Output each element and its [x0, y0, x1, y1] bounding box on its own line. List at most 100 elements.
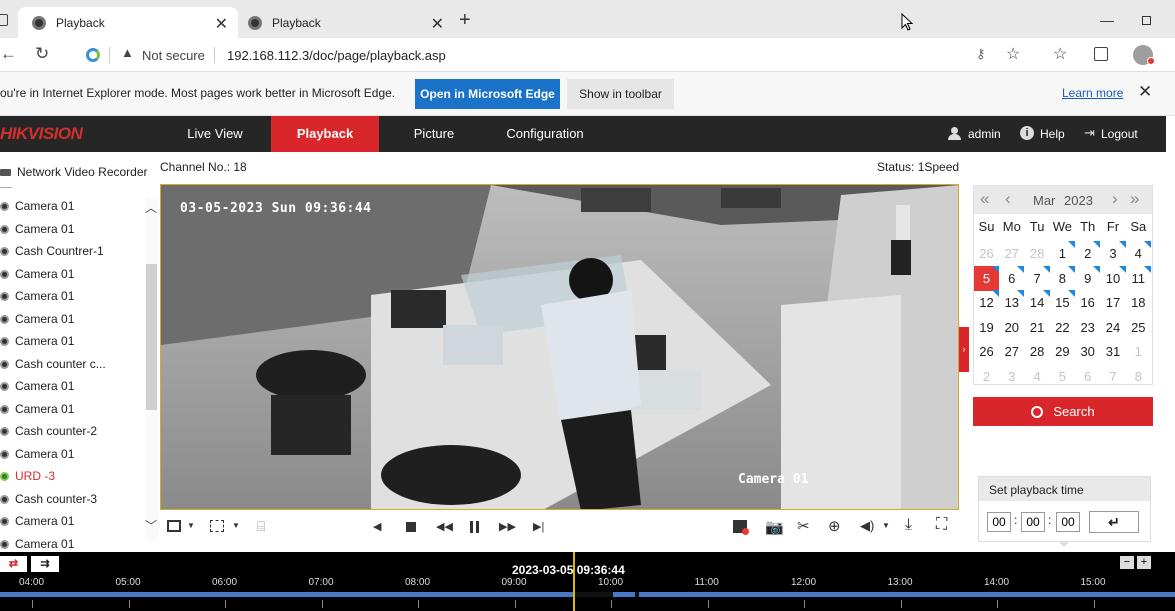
- help-icon[interactable]: i: [1020, 126, 1034, 140]
- next-year-icon[interactable]: »: [1130, 189, 1139, 209]
- close-infobar-icon[interactable]: ✕: [1138, 82, 1152, 102]
- security-label[interactable]: Not secure: [142, 48, 205, 63]
- nav-picture[interactable]: Picture: [404, 116, 464, 152]
- camera-list-item[interactable]: Camera 01: [0, 285, 74, 307]
- help-link[interactable]: Help: [1040, 127, 1065, 141]
- calendar-day[interactable]: 15: [1050, 290, 1075, 315]
- calendar-day[interactable]: 14: [1025, 290, 1050, 315]
- chevron-down-icon[interactable]: ▼: [187, 521, 195, 530]
- calendar-day[interactable]: 2: [1075, 241, 1101, 266]
- calendar-day[interactable]: 12: [974, 290, 999, 315]
- camera-list-item[interactable]: Camera 01: [0, 375, 74, 397]
- nav-live-view[interactable]: Live View: [176, 116, 254, 152]
- calendar-day[interactable]: 27: [999, 339, 1024, 364]
- back-icon[interactable]: ←: [0, 44, 17, 64]
- download-icon[interactable]: ⤓: [905, 516, 912, 534]
- frame-icon[interactable]: ▶|: [533, 520, 544, 533]
- calendar-day[interactable]: 3: [1101, 241, 1126, 266]
- calendar-day[interactable]: 13: [999, 290, 1025, 315]
- expand-panel-handle[interactable]: ›: [959, 327, 969, 372]
- camera-list-item[interactable]: Cash Countrer-1: [0, 240, 104, 262]
- fast-icon[interactable]: ▶▶: [499, 520, 516, 533]
- zoom-in-button[interactable]: +: [1137, 556, 1151, 569]
- calendar-day[interactable]: 7: [1101, 364, 1126, 389]
- prev-year-icon[interactable]: «: [980, 189, 989, 209]
- calendar-day[interactable]: 28: [1025, 339, 1050, 364]
- calendar-day[interactable]: 1: [1050, 241, 1075, 266]
- calendar-day[interactable]: 7: [1025, 265, 1050, 291]
- video-player[interactable]: 03-05-2023 Sun 09:36:44 Camera 01: [160, 184, 959, 510]
- nav-playback[interactable]: Playback: [271, 116, 379, 152]
- hour-input[interactable]: [987, 512, 1011, 532]
- close-tab-icon[interactable]: ✕: [431, 14, 444, 34]
- calendar-day[interactable]: 26: [974, 241, 999, 266]
- calendar-day[interactable]: 8: [1126, 364, 1151, 389]
- search-button[interactable]: Search: [973, 397, 1153, 426]
- url-text[interactable]: 192.168.112.3/doc/page/playback.asp: [227, 48, 446, 63]
- add-favorite-icon[interactable]: ☆: [1006, 44, 1020, 64]
- calendar-day[interactable]: 27: [999, 241, 1024, 266]
- calendar-day[interactable]: 18: [1126, 290, 1151, 315]
- calendar-day[interactable]: 5: [974, 265, 999, 291]
- go-button[interactable]: ↵: [1089, 511, 1139, 533]
- open-in-edge-button[interactable]: Open in Microsoft Edge: [415, 79, 560, 109]
- camera-list-item[interactable]: Camera 01: [0, 443, 74, 465]
- camera-list-item[interactable]: Camera 01: [0, 510, 74, 532]
- restore-icon[interactable]: [1142, 16, 1151, 25]
- camera-list-item[interactable]: Camera 01: [0, 308, 74, 330]
- calendar-day[interactable]: 16: [1075, 290, 1100, 315]
- chevron-down-icon[interactable]: ▼: [882, 521, 890, 530]
- calendar-day[interactable]: 26: [974, 339, 999, 364]
- learn-more-link[interactable]: Learn more: [1062, 86, 1123, 100]
- calendar-day[interactable]: 10: [1101, 265, 1126, 291]
- calendar-day[interactable]: 5: [1050, 364, 1075, 389]
- camera-list-item[interactable]: Camera 01: [0, 398, 74, 420]
- calendar-day[interactable]: 31: [1101, 339, 1126, 364]
- minute-input[interactable]: [1021, 512, 1045, 532]
- calendar-day[interactable]: 4: [1025, 364, 1050, 389]
- camera-list-item[interactable]: Camera 01: [0, 218, 74, 240]
- timeline-zoom-right-button[interactable]: ⇉: [31, 556, 59, 572]
- calendar-year[interactable]: 2023: [1064, 193, 1093, 208]
- calendar-day[interactable]: 17: [1101, 290, 1126, 315]
- camera-list-item[interactable]: URD -3: [0, 465, 55, 487]
- prev-month-icon[interactable]: ‹: [1005, 189, 1011, 209]
- calendar-day[interactable]: 4: [1126, 241, 1151, 266]
- calendar-day[interactable]: 20: [999, 315, 1024, 340]
- calendar-day[interactable]: 2: [974, 364, 999, 389]
- tab-playback-2[interactable]: Playback ✕: [238, 7, 454, 38]
- fullscreen-icon[interactable]: ⛶: [936, 516, 947, 534]
- scroll-up-icon[interactable]: ︿: [145, 199, 157, 216]
- ie-mode-icon[interactable]: [86, 48, 100, 62]
- camera-list-item[interactable]: Cash counter-3: [0, 488, 97, 510]
- audio-icon[interactable]: ◀): [860, 518, 874, 534]
- zoom-icon[interactable]: ⊕: [828, 517, 841, 535]
- nav-configuration[interactable]: Configuration: [499, 116, 591, 152]
- calendar-day[interactable]: 24: [1101, 315, 1126, 340]
- show-in-toolbar-button[interactable]: Show in toolbar: [567, 79, 674, 109]
- calendar-day[interactable]: 22: [1050, 315, 1075, 340]
- close-tab-icon[interactable]: ✕: [215, 14, 228, 34]
- calendar-day[interactable]: 11: [1126, 265, 1151, 291]
- scissors-icon[interactable]: ✂: [797, 517, 810, 535]
- camera-list-item[interactable]: Camera 01: [0, 195, 74, 217]
- slow-icon[interactable]: ◀◀: [436, 520, 453, 533]
- camera-list-item[interactable]: Cash counter-2: [0, 420, 97, 442]
- refresh-icon[interactable]: ↻: [35, 44, 49, 64]
- new-tab-icon[interactable]: +: [459, 9, 471, 32]
- nvr-title[interactable]: Network Video Recorder: [17, 165, 148, 179]
- camera-snapshot-icon[interactable]: 📷: [765, 518, 784, 536]
- calendar-day[interactable]: 21: [1025, 315, 1050, 340]
- camera-list-item[interactable]: Camera 01: [0, 263, 74, 285]
- favorites-icon[interactable]: ☆: [1053, 44, 1067, 64]
- calendar-day[interactable]: 25: [1126, 315, 1151, 340]
- playhead[interactable]: [573, 552, 575, 611]
- capture-icon[interactable]: ⌸: [257, 518, 265, 535]
- calendar-day[interactable]: 29: [1050, 339, 1075, 364]
- second-input[interactable]: [1056, 512, 1080, 532]
- omnibox[interactable]: ▲ Not secure 192.168.112.3/doc/page/play…: [76, 41, 1036, 69]
- list-scrollbar[interactable]: ︿ ﹀: [145, 197, 158, 542]
- reverse-icon[interactable]: ◀: [373, 520, 381, 533]
- minimize-icon[interactable]: —: [1100, 12, 1114, 28]
- layout-icon[interactable]: [167, 520, 181, 532]
